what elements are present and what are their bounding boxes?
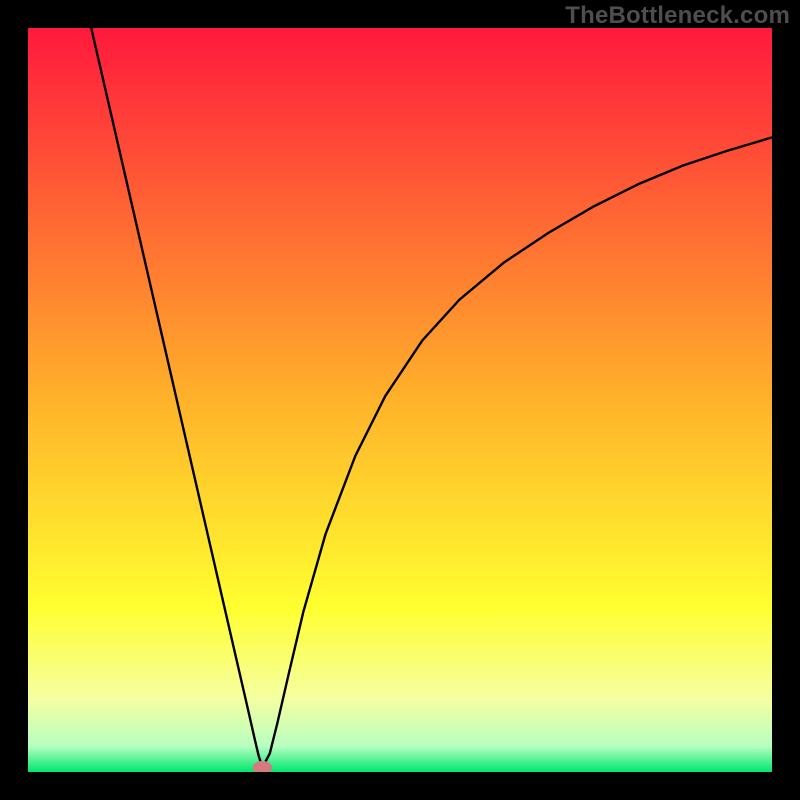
plot-area: [28, 28, 772, 772]
plot-svg: [28, 28, 772, 772]
watermark-text: TheBottleneck.com: [565, 2, 790, 30]
chart-frame: TheBottleneck.com: [0, 0, 800, 800]
gradient-background: [28, 28, 772, 772]
